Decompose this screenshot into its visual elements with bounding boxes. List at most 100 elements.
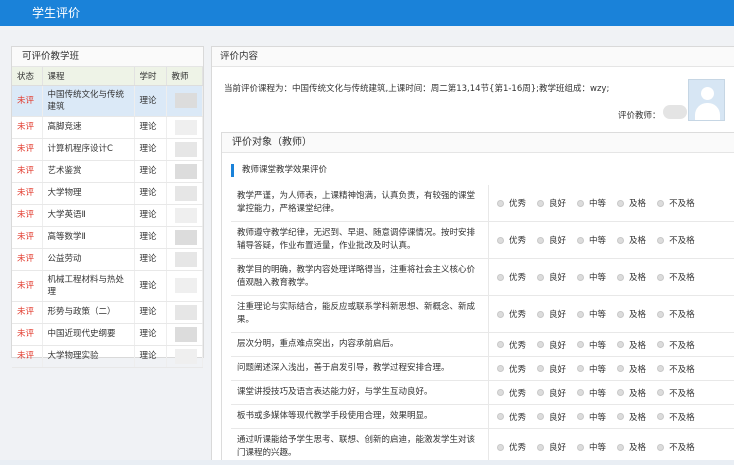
radio-button[interactable] (497, 273, 504, 281)
radio-button[interactable] (537, 413, 545, 420)
rating-option[interactable]: 中等 (577, 234, 606, 246)
rating-option[interactable]: 及格 (617, 339, 646, 351)
rating-option[interactable]: 良好 (537, 197, 566, 209)
rating-option[interactable]: 及格 (617, 234, 646, 246)
radio-button[interactable] (577, 443, 585, 451)
radio-button[interactable] (497, 341, 504, 348)
radio-button[interactable] (617, 236, 625, 244)
radio-button[interactable] (577, 236, 585, 244)
rating-option[interactable]: 优秀 (497, 363, 526, 375)
radio-button[interactable] (657, 443, 665, 451)
radio-button[interactable] (537, 365, 545, 372)
radio-button[interactable] (497, 199, 504, 207)
rating-option[interactable]: 优秀 (497, 441, 526, 453)
rating-option[interactable]: 中等 (577, 387, 606, 399)
radio-button[interactable] (657, 199, 665, 207)
radio-button[interactable] (537, 310, 545, 318)
radio-button[interactable] (577, 341, 585, 348)
table-row[interactable]: 未评 机械工程材料与热处理 理论 (12, 270, 203, 302)
table-row[interactable]: 未评 高脚竞速 理论 (12, 116, 203, 139)
rating-option[interactable]: 及格 (617, 387, 646, 399)
rating-option[interactable]: 及格 (617, 411, 646, 423)
radio-button[interactable] (577, 273, 585, 281)
radio-button[interactable] (617, 365, 625, 372)
radio-button[interactable] (657, 273, 665, 281)
table-row[interactable]: 未评 大学物理实验 理论 (12, 345, 203, 368)
rating-option[interactable]: 优秀 (497, 234, 526, 246)
rating-option[interactable]: 不及格 (657, 197, 695, 209)
rating-option[interactable]: 不及格 (657, 387, 695, 399)
radio-button[interactable] (537, 199, 545, 207)
rating-option[interactable]: 优秀 (497, 387, 526, 399)
radio-button[interactable] (617, 413, 625, 420)
table-row[interactable]: 未评 计算机程序设计C 理论 (12, 138, 203, 161)
rating-option[interactable]: 不及格 (657, 339, 695, 351)
rating-option[interactable]: 及格 (617, 441, 646, 453)
rating-option[interactable]: 良好 (537, 234, 566, 246)
radio-button[interactable] (617, 389, 625, 396)
rating-option[interactable]: 良好 (537, 387, 566, 399)
radio-button[interactable] (657, 236, 665, 244)
rating-option[interactable]: 及格 (617, 271, 646, 283)
rating-option[interactable]: 中等 (577, 363, 606, 375)
rating-option[interactable]: 良好 (537, 363, 566, 375)
table-row[interactable]: 未评 公益劳动 理论 (12, 248, 203, 271)
rating-option[interactable]: 不及格 (657, 441, 695, 453)
rating-option[interactable]: 及格 (617, 197, 646, 209)
radio-button[interactable] (497, 413, 504, 420)
table-row[interactable]: 未评 形势与政策（二） 理论 (12, 301, 203, 324)
rating-option[interactable]: 中等 (577, 197, 606, 209)
rating-option[interactable]: 良好 (537, 411, 566, 423)
radio-button[interactable] (617, 443, 625, 451)
rating-option[interactable]: 中等 (577, 271, 606, 283)
rating-option[interactable]: 优秀 (497, 411, 526, 423)
radio-button[interactable] (617, 310, 625, 318)
radio-button[interactable] (577, 413, 585, 420)
radio-button[interactable] (537, 341, 545, 348)
table-row[interactable]: 未评 艺术鉴赏 理论 (12, 160, 203, 183)
radio-button[interactable] (657, 341, 665, 348)
rating-option[interactable]: 及格 (617, 308, 646, 320)
table-row[interactable]: 未评 中国传统文化与传统建筑 理论 (12, 85, 203, 117)
rating-option[interactable]: 良好 (537, 271, 566, 283)
radio-button[interactable] (657, 413, 665, 420)
radio-button[interactable] (617, 199, 625, 207)
radio-button[interactable] (497, 443, 504, 451)
radio-button[interactable] (617, 273, 625, 281)
radio-button[interactable] (657, 389, 665, 396)
rating-option[interactable]: 优秀 (497, 197, 526, 209)
radio-button[interactable] (657, 310, 665, 318)
radio-button[interactable] (577, 365, 585, 372)
rating-option[interactable]: 不及格 (657, 411, 695, 423)
radio-button[interactable] (537, 389, 545, 396)
rating-option[interactable]: 不及格 (657, 308, 695, 320)
rating-option[interactable]: 不及格 (657, 234, 695, 246)
rating-option[interactable]: 良好 (537, 308, 566, 320)
radio-button[interactable] (537, 443, 545, 451)
table-row[interactable]: 未评 大学英语Ⅱ 理论 (12, 204, 203, 227)
radio-button[interactable] (497, 389, 504, 396)
rating-option[interactable]: 及格 (617, 363, 646, 375)
radio-button[interactable] (577, 310, 585, 318)
rating-option[interactable]: 中等 (577, 308, 606, 320)
rating-option[interactable]: 中等 (577, 411, 606, 423)
table-row[interactable]: 未评 高等数学Ⅱ 理论 (12, 226, 203, 249)
table-row[interactable]: 未评 大学物理 理论 (12, 182, 203, 205)
radio-button[interactable] (497, 236, 504, 244)
rating-option[interactable]: 良好 (537, 441, 566, 453)
rating-option[interactable]: 优秀 (497, 308, 526, 320)
radio-button[interactable] (577, 199, 585, 207)
radio-button[interactable] (577, 389, 585, 396)
table-row[interactable]: 未评 中国近现代史纲要 理论 (12, 323, 203, 346)
rating-option[interactable]: 优秀 (497, 339, 526, 351)
radio-button[interactable] (497, 310, 504, 318)
rating-option[interactable]: 不及格 (657, 271, 695, 283)
rating-option[interactable]: 良好 (537, 339, 566, 351)
radio-button[interactable] (617, 341, 625, 348)
radio-button[interactable] (537, 236, 545, 244)
radio-button[interactable] (657, 365, 665, 372)
rating-option[interactable]: 优秀 (497, 271, 526, 283)
rating-option[interactable]: 中等 (577, 441, 606, 453)
rating-option[interactable]: 不及格 (657, 363, 695, 375)
radio-button[interactable] (497, 365, 504, 372)
